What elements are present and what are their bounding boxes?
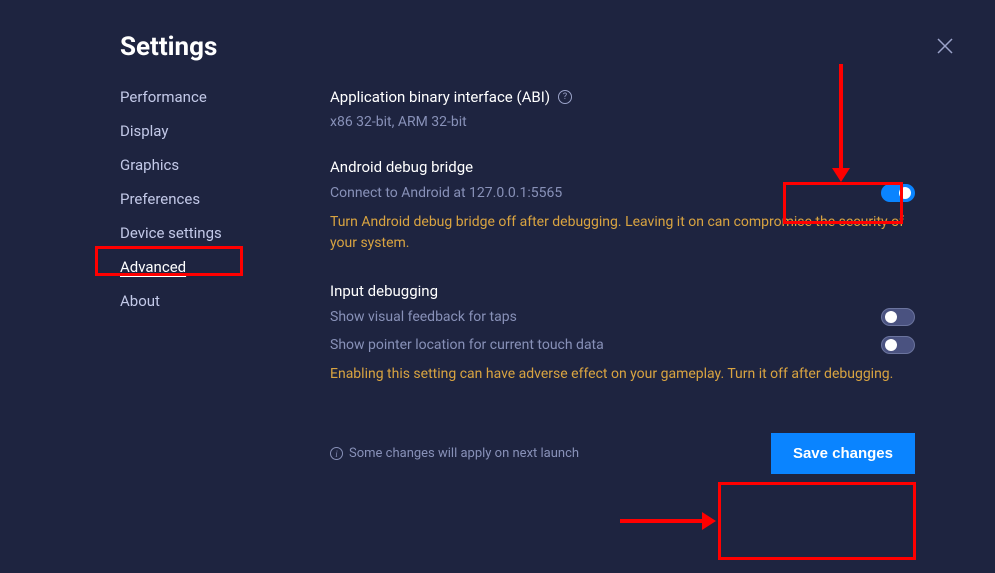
visual-feedback-label: Show visual feedback for taps xyxy=(330,309,517,325)
page-title: Settings xyxy=(120,32,955,62)
abi-value: x86 32-bit, ARM 32-bit xyxy=(330,114,915,130)
visual-feedback-toggle[interactable] xyxy=(881,308,915,326)
footer: i Some changes will apply on next launch… xyxy=(330,413,915,474)
adb-description: Connect to Android at 127.0.0.1:5565 xyxy=(330,185,562,201)
sidebar-item-display[interactable]: Display xyxy=(120,122,250,140)
footer-note-text: Some changes will apply on next launch xyxy=(349,446,579,461)
save-button[interactable]: Save changes xyxy=(771,433,915,474)
input-debugging-title: Input debugging xyxy=(330,282,438,300)
sidebar: Performance Display Graphics Preferences… xyxy=(120,88,250,474)
info-icon: i xyxy=(330,447,343,460)
sidebar-item-preferences[interactable]: Preferences xyxy=(120,190,250,208)
sidebar-item-about[interactable]: About xyxy=(120,292,250,310)
close-icon[interactable] xyxy=(937,38,953,54)
sidebar-item-advanced[interactable]: Advanced xyxy=(120,258,250,276)
abi-title: Application binary interface (ABI) xyxy=(330,88,550,106)
pointer-location-label: Show pointer location for current touch … xyxy=(330,337,604,353)
adb-title: Android debug bridge xyxy=(330,158,473,176)
adb-toggle[interactable] xyxy=(881,184,915,202)
help-icon[interactable]: ? xyxy=(558,90,572,104)
section-adb: Android debug bridge Connect to Android … xyxy=(330,158,915,254)
sidebar-item-performance[interactable]: Performance xyxy=(120,88,250,106)
input-debugging-warning: Enabling this setting can have adverse e… xyxy=(330,364,915,385)
sidebar-item-device-settings[interactable]: Device settings xyxy=(120,224,250,242)
sidebar-item-graphics[interactable]: Graphics xyxy=(120,156,250,174)
section-abi: Application binary interface (ABI) ? x86… xyxy=(330,88,915,130)
adb-warning: Turn Android debug bridge off after debu… xyxy=(330,212,915,254)
main-panel: Application binary interface (ABI) ? x86… xyxy=(330,88,955,474)
pointer-location-toggle[interactable] xyxy=(881,336,915,354)
section-input-debugging: Input debugging Show visual feedback for… xyxy=(330,282,915,385)
